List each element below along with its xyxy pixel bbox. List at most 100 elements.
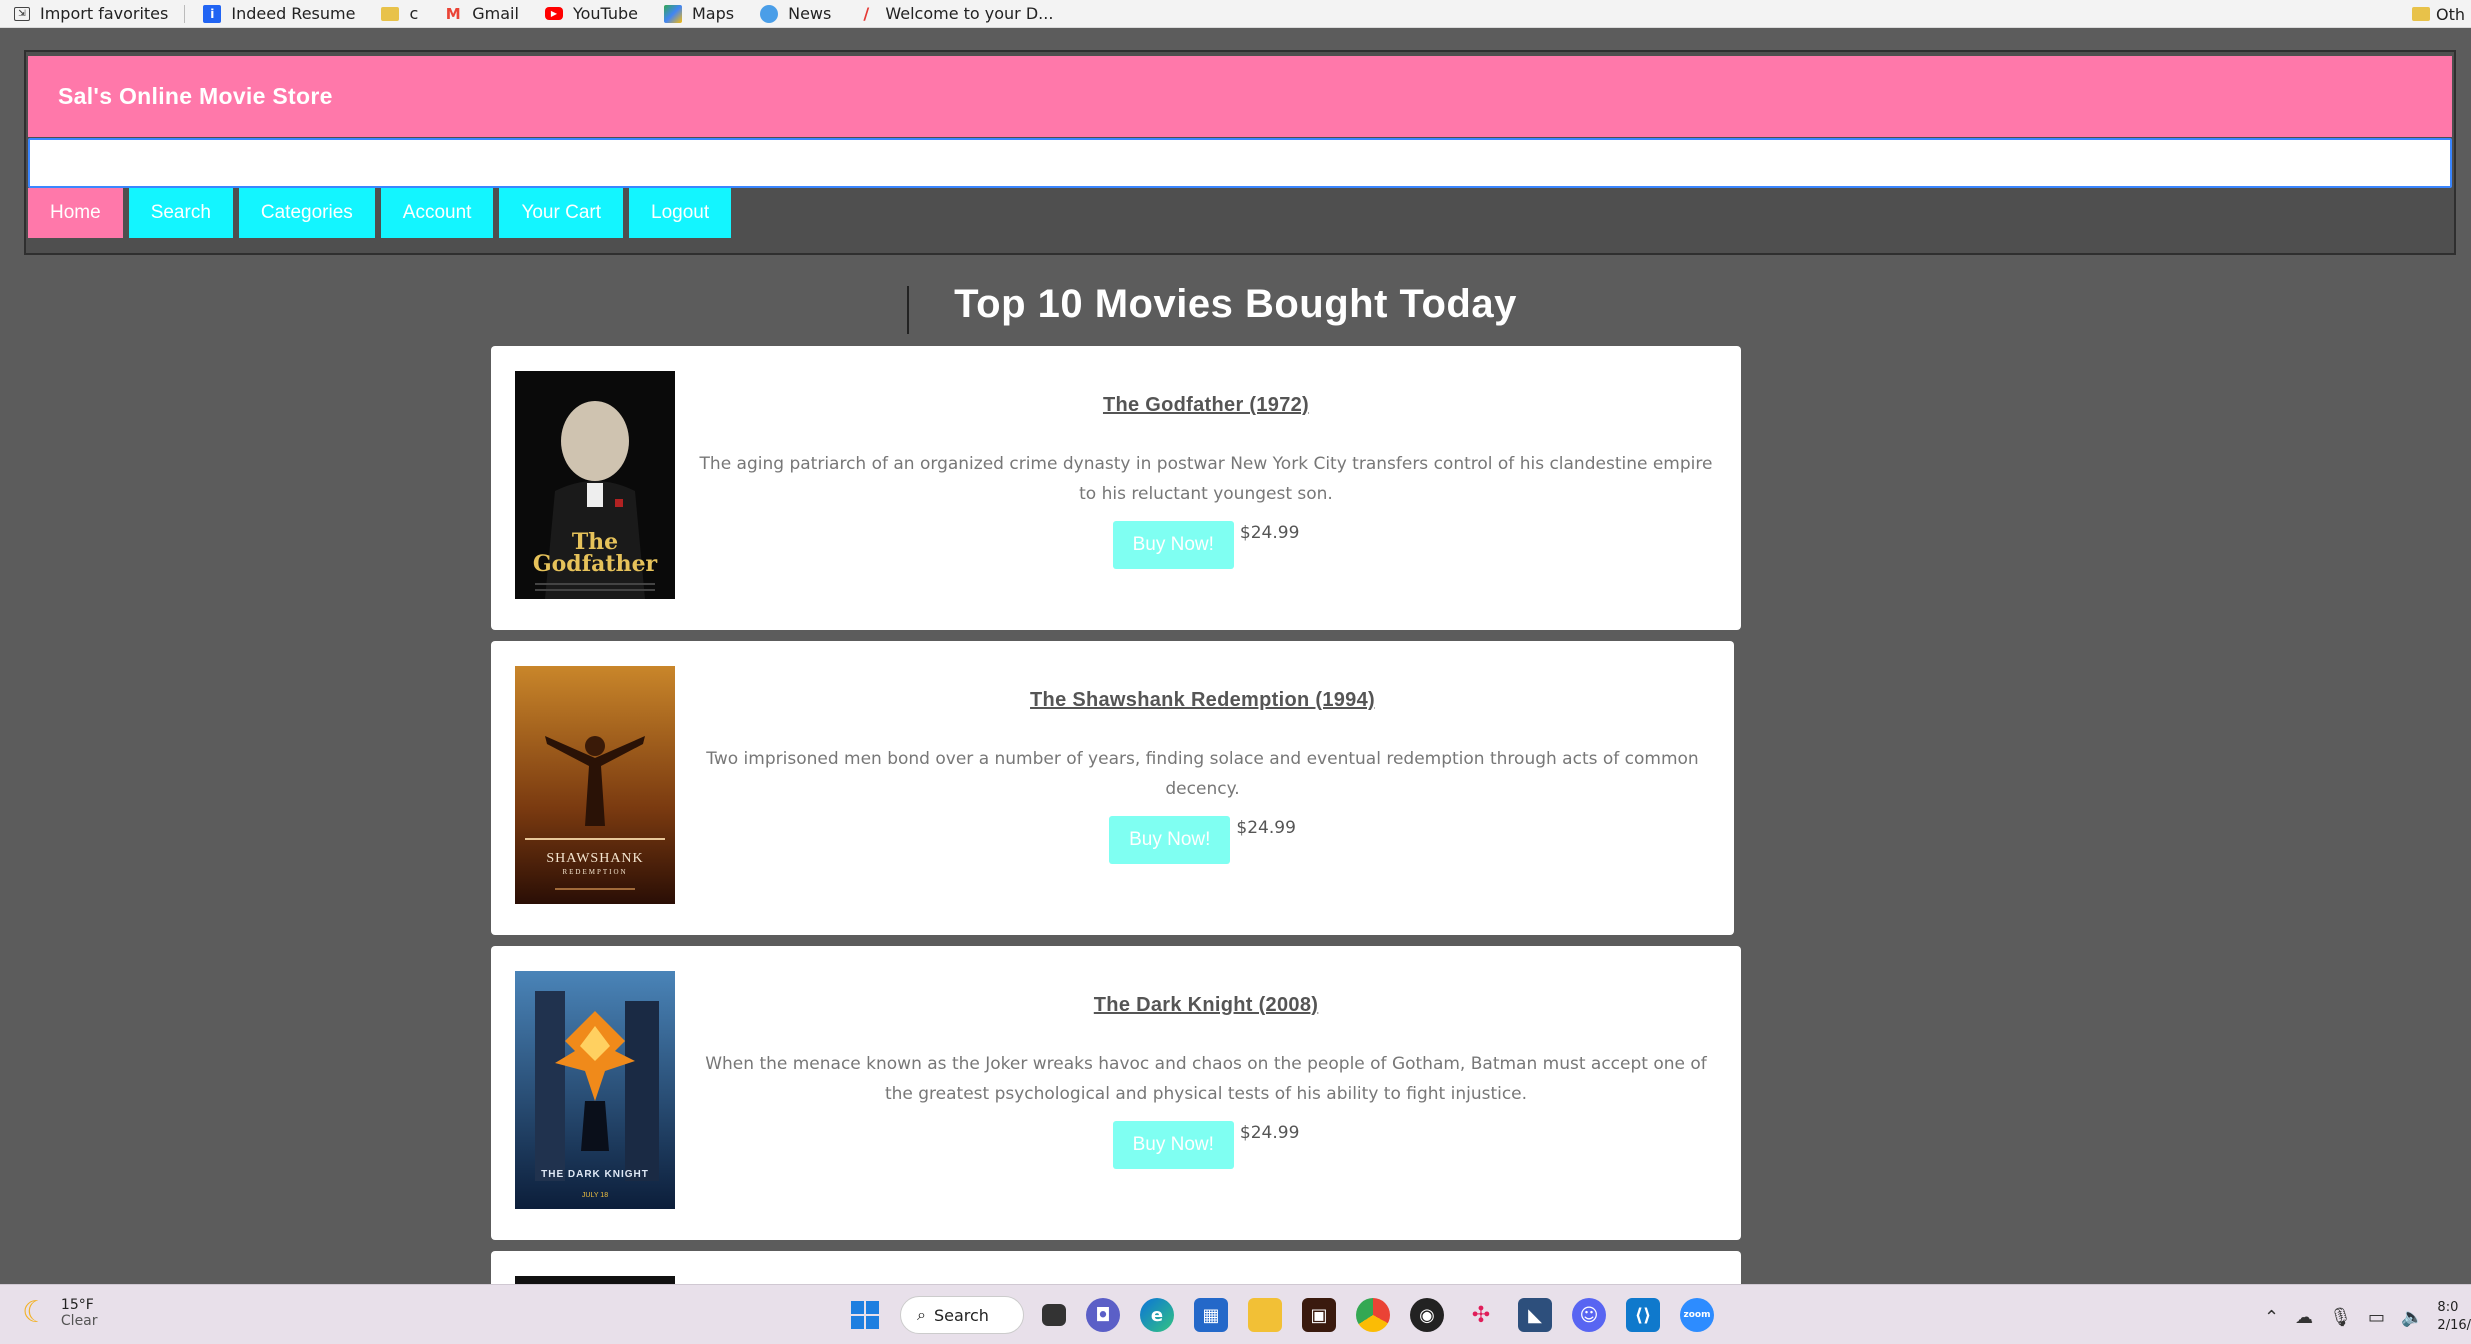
bookmark-folder-c[interactable]: c xyxy=(367,0,430,28)
movie-poster: The Godfather xyxy=(515,371,675,599)
movie-description: Two imprisoned men bond over a number of… xyxy=(706,749,1699,799)
movie-card: SHAWSHANK REDEMPTION The Shawshank Redem… xyxy=(491,641,1734,935)
taskbar: ☾ 15°F Clear ⌕ Search ◘ e ▦ ▣ ◉ ✣ ◣ ☺ ⟨⟩… xyxy=(0,1284,2471,1344)
folder-icon xyxy=(2411,7,2430,21)
bookmark-label: Indeed Resume xyxy=(231,4,356,23)
nav-logout[interactable]: Logout xyxy=(629,188,732,238)
buy-now-button[interactable]: Buy Now! xyxy=(1109,816,1231,864)
youtube-icon: ▶ xyxy=(544,7,563,20)
weather-desc: Clear xyxy=(60,1312,98,1329)
cloud-icon[interactable]: ☁ xyxy=(2295,1307,2313,1328)
microphone-icon[interactable]: 🎙 xyxy=(2329,1307,2352,1328)
movie-title-link[interactable]: The Dark Knight (2008) xyxy=(691,994,1721,1017)
movie-price: $24.99 xyxy=(1239,523,1300,543)
bookmark-label: News xyxy=(788,4,832,23)
svg-text:Godfather: Godfather xyxy=(533,551,658,577)
bookmark-label: Gmail xyxy=(472,4,519,23)
gmail-icon: M xyxy=(445,4,461,23)
clock-time: 8:0 xyxy=(2437,1300,2459,1315)
display-icon[interactable]: ▭ xyxy=(2368,1307,2385,1328)
clock-date: 2/16/ xyxy=(2437,1318,2471,1333)
movie-description: When the menace known as the Joker wreak… xyxy=(705,1054,1707,1104)
maps-icon xyxy=(664,4,682,23)
movie-title-link[interactable]: The Godfather (1972) xyxy=(691,394,1721,417)
bookmark-other-favorites[interactable]: Oth xyxy=(2411,0,2471,28)
main-nav: Home Search Categories Account Your Cart… xyxy=(28,188,737,238)
taskbar-search-label: Search xyxy=(933,1305,989,1325)
bookmark-divider xyxy=(184,4,186,23)
movie-details: The Shawshank Redemption (1994) Two impr… xyxy=(691,689,1714,864)
nav-your-cart[interactable]: Your Cart xyxy=(499,188,623,238)
edge-icon[interactable]: e xyxy=(1140,1298,1174,1332)
bookmarks-bar: ⇲ Import favorites i Indeed Resume c M G… xyxy=(0,0,2471,28)
bookmark-label: Maps xyxy=(692,4,735,23)
movie-card: The Godfather The Godfather (1972) The a… xyxy=(491,346,1741,630)
bookmark-import-favorites[interactable]: ⇲ Import favorites xyxy=(0,0,180,28)
ssms-icon[interactable]: ◣ xyxy=(1518,1298,1552,1332)
search-input[interactable] xyxy=(28,138,2452,188)
discord-icon[interactable]: ☺ xyxy=(1572,1298,1606,1332)
chrome-icon[interactable] xyxy=(1356,1298,1390,1332)
chevron-up-icon[interactable]: ⌃ xyxy=(2264,1307,2279,1328)
site-title: Sal's Online Movie Store xyxy=(58,83,333,109)
movie-poster: SHAWSHANK REDEMPTION xyxy=(515,666,675,904)
taskbar-apps: ⌕ Search ◘ e ▦ ▣ ◉ ✣ ◣ ☺ ⟨⟩ zoom xyxy=(838,1293,1724,1337)
svg-text:JULY 18: JULY 18 xyxy=(582,1192,608,1199)
movie-card: THE DARK KNIGHT JULY 18 The Dark Knight … xyxy=(491,946,1741,1240)
movie-price: $24.99 xyxy=(1236,818,1296,838)
search-icon: ⌕ xyxy=(917,1305,926,1324)
bookmark-label: Welcome to your D... xyxy=(885,4,1054,23)
bookmark-indeed-resume[interactable]: i Indeed Resume xyxy=(189,0,367,28)
teams-chat-icon[interactable]: ◘ xyxy=(1086,1298,1120,1332)
buy-row: Buy Now! $24.99 xyxy=(691,521,1721,569)
nav-account[interactable]: Account xyxy=(380,188,494,238)
bookmark-maps[interactable]: Maps xyxy=(650,0,746,28)
weather-widget[interactable]: ☾ 15°F Clear xyxy=(22,1295,98,1330)
weather-temp: 15°F xyxy=(60,1296,94,1313)
folder-icon xyxy=(381,6,400,21)
clock[interactable]: 8:0 2/16/ xyxy=(2437,1299,2471,1335)
nav-home[interactable]: Home xyxy=(28,188,123,238)
task-view-icon[interactable] xyxy=(1042,1304,1066,1326)
movie-details: The Dark Knight (2008) When the menace k… xyxy=(691,994,1721,1169)
nav-search[interactable]: Search xyxy=(128,188,233,238)
nav-categories[interactable]: Categories xyxy=(238,188,375,238)
buy-now-button[interactable]: Buy Now! xyxy=(1112,1121,1234,1169)
buy-now-button[interactable]: Buy Now! xyxy=(1112,521,1234,569)
movie-price: $24.99 xyxy=(1239,1123,1300,1143)
zoom-icon[interactable]: zoom xyxy=(1680,1298,1714,1332)
app-icon[interactable]: ▣ xyxy=(1302,1298,1336,1332)
movie-title-link[interactable]: The Shawshank Redemption (1994) xyxy=(691,689,1714,712)
moon-icon: ☾ xyxy=(22,1295,49,1330)
store-icon[interactable]: ▦ xyxy=(1194,1298,1228,1332)
site-banner: Sal's Online Movie Store xyxy=(28,56,2452,137)
slack-icon[interactable]: ✣ xyxy=(1464,1298,1498,1332)
svg-text:REDEMPTION: REDEMPTION xyxy=(562,868,627,876)
volume-icon[interactable]: 🔈 xyxy=(2401,1307,2423,1328)
buy-row: Buy Now! $24.99 xyxy=(691,816,1714,864)
bookmark-youtube[interactable]: ▶ YouTube xyxy=(531,0,650,28)
vscode-icon[interactable]: ⟨⟩ xyxy=(1626,1298,1660,1332)
bookmark-label: Import favorites xyxy=(40,4,169,23)
bookmark-gmail[interactable]: M Gmail xyxy=(430,0,531,28)
bookmark-label: Oth xyxy=(2435,4,2465,24)
import-icon: ⇲ xyxy=(14,6,30,21)
page-title: Top 10 Movies Bought Today xyxy=(954,282,1517,326)
file-explorer-icon[interactable] xyxy=(1248,1298,1282,1332)
windows-start-icon[interactable] xyxy=(848,1298,882,1332)
bookmark-label: c xyxy=(409,4,419,23)
system-tray: ⌃ ☁ 🎙 ▭ 🔈 8:0 2/16/ xyxy=(2256,1299,2471,1335)
bookmark-welcome[interactable]: / Welcome to your D... xyxy=(843,0,1065,28)
app-circle-icon[interactable]: ◉ xyxy=(1410,1298,1444,1332)
bookmark-news[interactable]: News xyxy=(746,0,843,28)
svg-text:THE DARK KNIGHT: THE DARK KNIGHT xyxy=(541,1169,649,1180)
movie-poster: THE DARK KNIGHT JULY 18 xyxy=(515,971,675,1209)
taskbar-search[interactable]: ⌕ Search xyxy=(900,1296,1024,1334)
bookmark-label: YouTube xyxy=(572,4,638,23)
movie-details: The Godfather (1972) The aging patriarch… xyxy=(691,394,1721,569)
slash-icon: / xyxy=(863,4,870,23)
movie-description: The aging patriarch of an organized crim… xyxy=(699,454,1713,504)
indeed-icon: i xyxy=(203,4,222,23)
news-icon xyxy=(760,4,779,23)
site-header: Sal's Online Movie Store Home Search Cat… xyxy=(24,50,2456,255)
